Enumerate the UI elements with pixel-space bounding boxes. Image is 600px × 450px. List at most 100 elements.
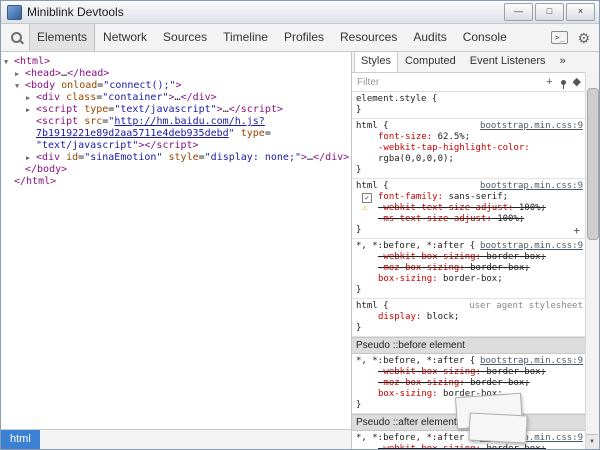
dom-tree-line[interactable]: </body>	[1, 164, 351, 176]
maximize-button[interactable]: □	[535, 3, 564, 21]
stylesheet-origin: user agent stylesheet	[469, 301, 583, 312]
styles-tab-event-listeners[interactable]: Event Listeners	[463, 52, 553, 72]
property-value: border-box;	[481, 444, 546, 449]
element-state-pin-icon[interactable]	[561, 80, 566, 85]
dom-tree-line[interactable]: 7b1919221e89d2aa5711e4deb935debd" type=	[1, 128, 351, 140]
titlebar: Miniblink Devtools — □ ×	[1, 1, 599, 24]
close-button[interactable]: ×	[566, 3, 595, 21]
tag-token: >	[176, 80, 182, 91]
styles-tab-computed[interactable]: Computed	[398, 52, 463, 72]
color-format-icon[interactable]: ◆	[573, 77, 581, 88]
active-property: display: block;	[378, 312, 459, 322]
tab-sources[interactable]: Sources	[155, 24, 215, 51]
attribute-name-token: style	[169, 152, 199, 163]
tab-elements[interactable]: Elements	[29, 24, 95, 51]
dom-tree-line[interactable]: <script src="http://hm.baidu.com/h.js?	[1, 116, 351, 128]
attribute-value-link[interactable]: http://hm.baidu.com/h.js?	[114, 116, 265, 127]
dom-tree-line[interactable]: ▶<script type="text/javascript">…</scrip…	[1, 104, 351, 116]
collapse-arrow-icon[interactable]: ▼	[4, 57, 8, 68]
rule-selector[interactable]: html {	[356, 181, 389, 192]
dom-tree-line[interactable]: ▶<head>…</head>	[1, 68, 351, 80]
breadcrumb-item-html[interactable]: html	[1, 430, 40, 449]
property-name: -webkit-tap-highlight-color:	[378, 143, 530, 153]
property-value: rgba(0,0,0,0);	[378, 154, 454, 164]
expand-arrow-icon[interactable]: ▶	[26, 153, 30, 164]
tag-token: </html>	[14, 176, 56, 187]
css-property[interactable]: -ms-text-size-adjust: 100%;	[356, 214, 583, 225]
property-name: -webkit-text-size-adjust:	[378, 203, 513, 213]
tab-console[interactable]: Console	[455, 24, 515, 51]
styles-filter-input[interactable]	[357, 77, 539, 88]
css-property[interactable]: -moz-box-sizing: border-box;	[356, 263, 583, 274]
css-property[interactable]: box-sizing: border-box;	[356, 274, 583, 285]
expand-arrow-icon[interactable]: ▶	[26, 93, 30, 104]
styles-scrollbar[interactable]: ▼	[585, 72, 599, 449]
overridden-property: -webkit-box-sizing: border-box;	[378, 444, 546, 449]
styles-tab-overflow[interactable]: »	[553, 52, 573, 72]
property-name: -webkit-box-sizing:	[378, 367, 481, 377]
rule-selector[interactable]: element.style {	[356, 94, 437, 105]
property-value: block;	[421, 312, 459, 322]
tab-audits[interactable]: Audits	[405, 24, 454, 51]
rule-selector[interactable]: html {	[356, 301, 389, 312]
window-icon	[7, 5, 22, 20]
active-property: font-size: 62.5%;	[378, 132, 470, 142]
inspect-element-icon[interactable]	[3, 24, 29, 51]
css-property[interactable]: -webkit-tap-highlight-color: rgba(0,0,0,…	[356, 143, 583, 165]
sidebar-tabs: StylesComputedEvent Listeners»	[352, 52, 599, 73]
tab-timeline[interactable]: Timeline	[215, 24, 276, 51]
collapse-arrow-icon[interactable]: ▼	[15, 81, 19, 92]
tag-token: <body	[25, 80, 55, 91]
add-style-rule-icon[interactable]: +	[546, 77, 552, 88]
tab-resources[interactable]: Resources	[332, 24, 405, 51]
css-property[interactable]: -webkit-box-sizing: border-box;	[356, 252, 583, 263]
rule-selector[interactable]: *, *:before, *:after {	[356, 433, 475, 444]
expand-arrow-icon[interactable]: ▶	[15, 69, 19, 80]
attribute-value-link[interactable]: 7b1919221e89d2aa5711e4deb935debd	[36, 128, 229, 139]
tab-network[interactable]: Network	[95, 24, 155, 51]
expand-arrow-icon[interactable]: ▶	[26, 105, 30, 116]
devtools-window: Miniblink Devtools — □ × ElementsNetwork…	[0, 0, 600, 450]
closing-brace: }	[356, 105, 361, 116]
stylesheet-link[interactable]: bootstrap.min.css:9	[480, 241, 583, 252]
tag-token: <head>	[25, 68, 61, 79]
tag-token: <script	[36, 104, 78, 115]
attribute-name-token: src	[84, 116, 102, 127]
css-property[interactable]: -webkit-box-sizing: border-box;	[356, 444, 583, 449]
dom-tree-line[interactable]: ▶<div id="sinaEmotion" style="display: n…	[1, 152, 351, 164]
css-property[interactable]: ✓font-family: sans-serif;	[356, 192, 583, 203]
stylesheet-link[interactable]: bootstrap.min.css:9	[480, 181, 583, 192]
stylesheet-link[interactable]: bootstrap.min.css:9	[480, 356, 583, 367]
css-property[interactable]: display: block;	[356, 312, 583, 323]
scrollbar-thumb[interactable]	[587, 88, 599, 240]
styles-tab-styles[interactable]: Styles	[354, 52, 398, 72]
stylesheet-link[interactable]: bootstrap.min.css:9	[480, 121, 583, 132]
scrollbar-down-icon[interactable]: ▼	[586, 434, 598, 449]
styles-sidebar: StylesComputedEvent Listeners» + ◆ eleme…	[351, 52, 599, 449]
dom-tree-line[interactable]: ▼<html>	[1, 56, 351, 68]
minimize-button[interactable]: —	[504, 3, 533, 21]
property-value: border-box;	[465, 378, 530, 388]
tab-profiles[interactable]: Profiles	[276, 24, 332, 51]
rule-selector[interactable]: *, *:before, *:after {	[356, 241, 475, 252]
attribute-value-token: "connect();"	[103, 80, 175, 91]
css-property[interactable]: font-size: 62.5%;	[356, 132, 583, 143]
settings-gear-icon[interactable]: ⚙	[577, 31, 590, 45]
console-drawer-icon[interactable]: >_	[551, 31, 569, 44]
css-property[interactable]: -moz-box-sizing: border-box;	[356, 378, 583, 389]
new-rule-plus-icon[interactable]: +	[573, 225, 583, 236]
dom-tree-line[interactable]: ▶<div class="container">…</div>	[1, 92, 351, 104]
dom-tree-line[interactable]: "text/javascript"></script>	[1, 140, 351, 152]
active-property: -webkit-tap-highlight-color: rgba(0,0,0,…	[378, 143, 530, 164]
dom-tree-line[interactable]: </html>	[1, 176, 351, 188]
tag-token: ></script>	[138, 140, 198, 151]
property-checkbox[interactable]: ✓	[362, 193, 372, 203]
style-rule: html { bootstrap.min.css:9 font-size: 62.5…	[352, 119, 586, 179]
css-property[interactable]: ⚠-webkit-text-size-adjust: 100%;	[356, 203, 583, 214]
rule-selector[interactable]: *, *:before, *:after {	[356, 356, 475, 367]
css-property[interactable]: -webkit-box-sizing: border-box;	[356, 367, 583, 378]
property-name: font-size:	[378, 132, 432, 142]
closing-brace: }	[356, 165, 361, 176]
dom-tree-line[interactable]: ▼<body onload="connect();">	[1, 80, 351, 92]
rule-selector[interactable]: html {	[356, 121, 389, 132]
